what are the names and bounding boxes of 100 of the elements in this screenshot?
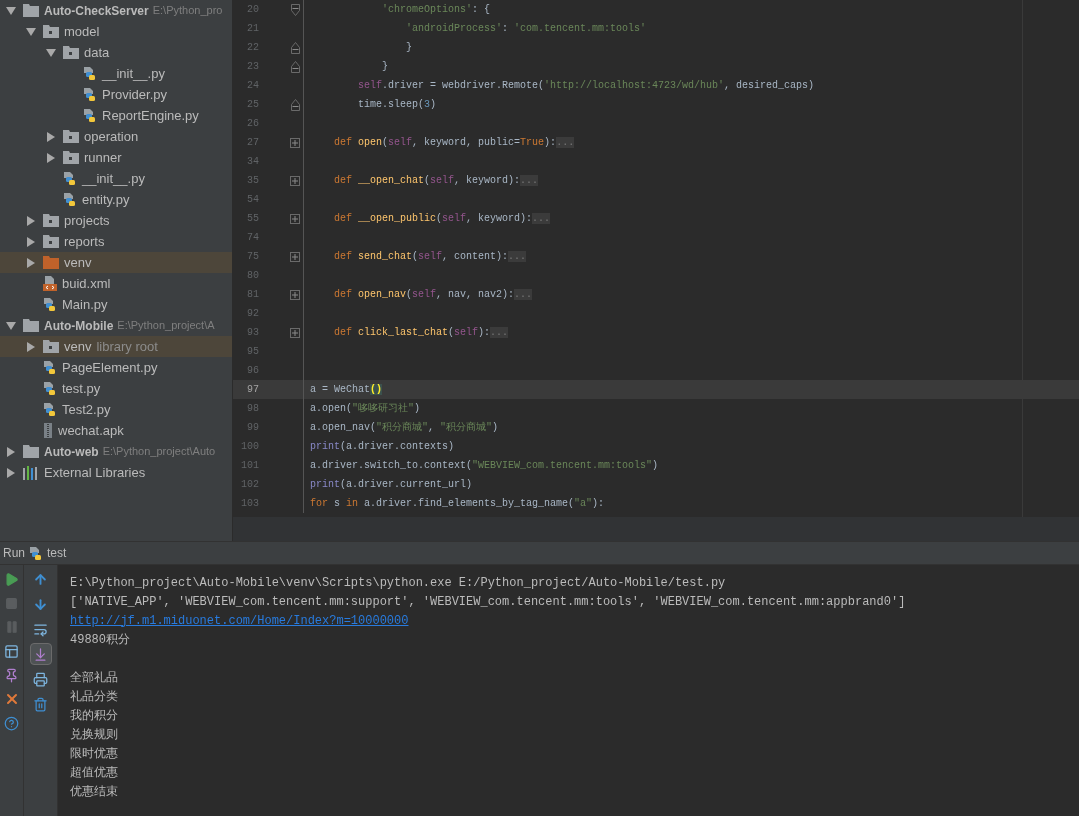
tree-label: wechat.apk [58,421,124,440]
python-file-icon [43,381,57,396]
line-number: 34 [246,155,259,169]
scroll-to-end-button[interactable] [29,643,52,665]
trash-icon [33,696,48,712]
collapsed-arrow-icon[interactable] [26,257,36,268]
stop-icon [5,596,18,610]
folder-icon [23,4,39,17]
tree-label: reports [64,232,105,251]
folder-icon [63,151,79,164]
tree-label: __init__.py [82,169,145,188]
fold-marker-icon[interactable] [291,98,300,111]
project-path: E:\Python_pro [152,3,223,19]
code-line: 'chromeOptions': { [381,3,491,17]
tree-row[interactable]: venv [0,252,232,273]
folder-icon [63,130,79,143]
line-number: 93 [246,326,259,340]
down-arrow-icon [33,596,48,612]
pin-icon [4,667,19,683]
folder-icon [43,25,59,38]
collapsed-arrow-icon[interactable] [46,131,56,142]
folder-icon [43,214,59,227]
collapsed-arrow-icon[interactable] [26,215,36,226]
line-number: 21 [246,22,259,36]
line-number: 23 [246,60,259,74]
collapsed-arrow-icon[interactable] [6,446,16,457]
tree-label: Auto-Mobile [44,317,114,335]
code-line: self.driver = webdriver.Remote('http://localhost:4723/wd/hub', desired_caps) [357,79,815,93]
code-line: def send_chat(self, content):... [333,250,527,264]
line-number: 54 [246,193,259,207]
tree-label: Auto-web [44,443,99,461]
expand-marker-icon[interactable] [290,213,300,224]
python-file-icon [63,171,77,186]
python-file-icon [29,545,43,561]
code-line: def __open_public(self, keyword):... [333,212,551,226]
layout-icon [4,643,19,659]
code-line: def click_last_chat(self):... [333,326,509,340]
tree-label: model [64,22,100,41]
tree-label: Main.py [62,295,108,314]
python-file-icon [83,87,97,102]
code-line: print(a.driver.contexts) [309,440,455,454]
run-title: Run [3,545,25,562]
collapsed-arrow-icon[interactable] [26,236,36,247]
expanded-arrow-icon[interactable] [26,26,36,37]
expanded-arrow-icon[interactable] [6,5,16,16]
collapsed-arrow-icon[interactable] [6,467,16,478]
expand-marker-icon[interactable] [290,327,300,338]
expand-marker-icon[interactable] [290,289,300,300]
tree-label: External Libraries [44,463,146,482]
expanded-arrow-icon[interactable] [6,320,16,331]
run-tab[interactable]: test [29,544,67,562]
line-number: 100 [240,440,259,454]
console-line: 礼品分类 [70,688,118,706]
line-number: 75 [246,250,259,264]
tree-label: projects [64,211,110,230]
line-number: 92 [246,307,259,321]
console-line: 兑换规则 [70,726,118,744]
tree-label: operation [84,127,139,146]
line-number: 35 [246,174,259,188]
console-line: 优惠结束 [70,783,118,801]
tree-row[interactable]: venv library root [0,336,232,357]
tree-label: __init__.py [102,64,165,83]
python-file-icon [83,66,97,81]
code-line: a = WeChat() [309,383,383,397]
collapsed-arrow-icon[interactable] [46,152,56,163]
tree-label: data [84,43,110,62]
expand-marker-icon[interactable] [290,175,300,186]
tree-label: venv [64,253,92,272]
folder-icon [23,319,39,332]
code-line: } [381,60,388,74]
line-number: 26 [246,117,259,131]
project-path: E:\Python_project\A [117,318,215,334]
folder-icon [43,340,59,353]
archive-file-icon [43,423,53,438]
line-number: 97 [246,383,259,397]
code-line: time.sleep(3) [357,98,437,112]
console-link[interactable]: http://jf.m1.miduonet.com/Home/Index?m=10000000 [70,611,409,630]
console-line: 限时优惠 [70,745,118,763]
collapsed-arrow-icon[interactable] [26,341,36,352]
line-number: 103 [240,497,259,511]
fold-marker-icon[interactable] [291,41,300,54]
code-line: print(a.driver.current_url) [309,478,473,492]
line-number: 102 [240,478,259,492]
fold-marker-icon[interactable] [291,60,300,73]
tree-label: entity.py [82,190,130,209]
fold-marker-icon[interactable] [291,3,300,16]
folder-icon [43,256,59,269]
expand-marker-icon[interactable] [290,137,300,148]
line-number: 25 [246,98,259,112]
tree-label: Test2.py [62,400,111,419]
code-line: a.open_nav("积分商城", "积分商城") [309,420,499,435]
python-file-icon [83,108,97,123]
wrap-icon [33,621,48,637]
line-number: 20 [246,3,259,17]
expand-marker-icon[interactable] [290,251,300,262]
help-icon [4,715,19,731]
tree-label: venv [64,337,92,356]
folder-icon [23,445,39,458]
code-line: def __open_chat(self, keyword):... [333,174,539,188]
expanded-arrow-icon[interactable] [46,47,56,58]
